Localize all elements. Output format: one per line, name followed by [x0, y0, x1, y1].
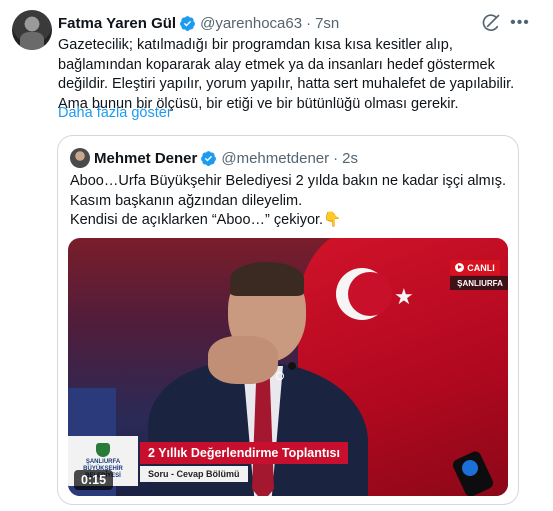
separator-dot: ·	[333, 149, 339, 167]
quoted-author-avatar[interactable]	[70, 148, 90, 168]
lower-third-banner: ŞANLIURFA BÜYÜKŞEHİR BELEDİYESİ 2 Yıllık…	[68, 436, 508, 486]
author-avatar[interactable]	[12, 10, 52, 50]
quoted-tweet[interactable]: Mehmet Dener @mehmetdener · 2s Aboo…Urfa…	[57, 135, 519, 505]
quoted-text-line: Aboo…Urfa Büyükşehir Belediyesi 2 yılda …	[70, 173, 507, 189]
speaker-hand	[208, 336, 278, 384]
video-player[interactable]: ★ CANLI ŞANLIURFA ŞANLIURFA BÜYÜKŞEHİR 2…	[68, 238, 508, 496]
tweet[interactable]: Fatma Yaren Gül @yarenhoca63 · 7sn ••• G…	[0, 0, 553, 511]
live-badge-label: CANLI	[467, 262, 495, 273]
channel-watermark	[276, 368, 324, 384]
quoted-author-handle[interactable]: @mehmetdener	[221, 150, 329, 167]
show-more-link[interactable]: Daha fazla göster	[58, 105, 172, 121]
live-badge: CANLI	[450, 260, 500, 275]
quoted-tweet-header: Mehmet Dener @mehmetdener · 2s	[94, 148, 358, 168]
verified-badge-icon	[180, 15, 196, 31]
municipality-shield-icon	[96, 442, 110, 457]
microphone-logo	[462, 460, 478, 476]
tweet-header: Fatma Yaren Gül @yarenhoca63 · 7sn	[58, 13, 339, 33]
author-name[interactable]: Fatma Yaren Gül	[58, 15, 176, 32]
live-play-icon	[455, 263, 465, 272]
separator-dot: ·	[306, 14, 312, 32]
author-handle[interactable]: @yarenhoca63	[200, 15, 302, 32]
quoted-tweet-text: Aboo…Urfa Büyükşehir Belediyesi 2 yılda …	[70, 172, 510, 231]
post-text: Gazetecilik; katılmadığı bir programdan …	[58, 37, 515, 112]
quoted-text-line: Kasım başkanın ağzından dileyelim.	[70, 192, 303, 209]
logo-text-line: ŞANLIURFA	[85, 458, 121, 465]
lower-third-title: 2 Yıllık Değerlendirme Toplantısı	[140, 442, 348, 464]
quoted-post-time[interactable]: 2s	[342, 150, 358, 167]
microphone-image	[448, 446, 508, 496]
watermark-logo-icon	[276, 372, 284, 380]
quoted-author-name[interactable]: Mehmet Dener	[94, 150, 197, 167]
star-icon: ★	[394, 284, 414, 309]
video-duration: 0:15	[74, 470, 114, 490]
post-time[interactable]: 7sn	[315, 15, 339, 32]
speaker-hair	[230, 262, 304, 296]
city-badge: ŞANLIURFA	[450, 276, 508, 290]
more-horizontal-icon[interactable]: •••	[509, 12, 531, 34]
lower-third-subtitle: Soru - Cevap Bölümü	[140, 466, 248, 482]
quoted-text-line: Kendisi de açıklarken “Aboo…” çekiyor.👇	[70, 212, 342, 228]
verified-badge-icon	[201, 150, 217, 166]
grok-icon[interactable]	[481, 13, 501, 33]
